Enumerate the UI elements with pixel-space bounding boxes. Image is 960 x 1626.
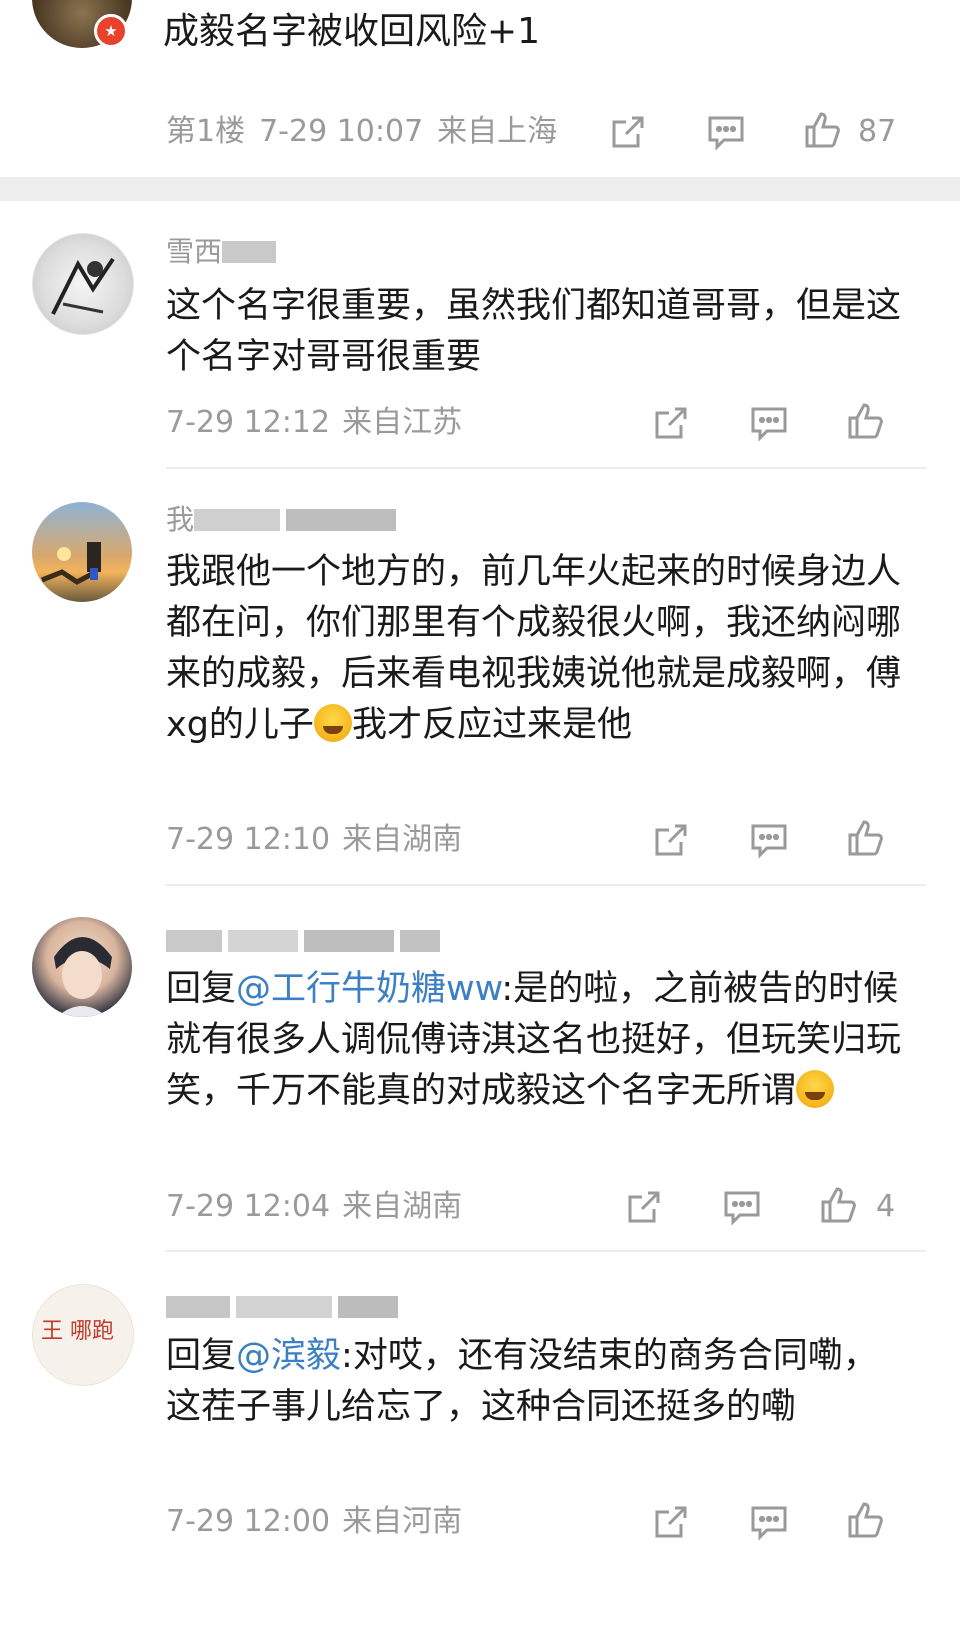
censor-blur xyxy=(304,930,394,952)
comment-icon[interactable] xyxy=(749,1502,789,1542)
share-icon[interactable] xyxy=(651,403,691,443)
comment-meta: 7-29 12:00 来自河南 xyxy=(166,1502,474,1542)
comment-icon[interactable] xyxy=(706,112,746,152)
comment-meta: 7-29 12:10 来自湖南 xyxy=(166,820,474,860)
share-icon[interactable] xyxy=(651,820,691,860)
mention-link[interactable]: @工行牛奶糖ww xyxy=(236,969,501,1009)
comment-meta: 7-29 12:04 来自湖南 xyxy=(166,1187,474,1227)
comment-time: 7-29 12:10 xyxy=(166,822,331,857)
like-count: 87 xyxy=(858,114,897,149)
like-icon[interactable] xyxy=(846,1500,886,1540)
comment-time: 7-29 12:04 xyxy=(166,1189,331,1224)
like-count: 4 xyxy=(876,1189,896,1224)
comment-text: 回复@工行牛奶糖ww:是的啦，之前被告的时候就有很多人调侃傅诗淇这名也挺好，但玩… xyxy=(166,969,902,1111)
comment-meta: 7-29 12:12 来自江苏 xyxy=(166,403,474,443)
censor-blur xyxy=(194,509,281,531)
comment-time: 7-29 12:12 xyxy=(166,405,331,440)
verified-badge-icon: ★ xyxy=(94,14,128,48)
comment-location: 来自湖南 xyxy=(342,1189,463,1224)
username[interactable] xyxy=(166,926,446,956)
comment-icon[interactable] xyxy=(749,403,789,443)
censor-blur xyxy=(236,1296,332,1318)
avatar-text: 王 哪跑 xyxy=(41,1319,114,1344)
comment-meta: 第1楼 7-29 10:07 来自上海 xyxy=(166,112,571,152)
comment-text: 成毅名字被收回风险+1 xyxy=(163,11,541,52)
like-icon[interactable] xyxy=(846,401,886,441)
divider xyxy=(166,467,926,469)
comment-text: 这个名字很重要，虽然我们都知道哥哥，但是这个名字对哥哥很重要 xyxy=(166,286,902,377)
mention-link[interactable]: @滨毅 xyxy=(236,1336,341,1376)
censor-blur xyxy=(166,930,222,952)
comment-text: 回复@滨毅:对哎，还有没结束的商务合同嘞，这茬子事儿给忘了，这种合同还挺多的嘞 xyxy=(166,1336,878,1427)
censor-blur xyxy=(400,930,440,952)
censor-blur xyxy=(286,509,397,531)
username[interactable] xyxy=(166,1292,404,1322)
share-icon[interactable] xyxy=(624,1187,664,1227)
comment-location: 来自江苏 xyxy=(342,405,463,440)
avatar[interactable] xyxy=(32,917,132,1017)
username[interactable]: 雪西 xyxy=(166,237,282,267)
avatar[interactable] xyxy=(32,233,134,335)
laugh-cry-emoji-icon xyxy=(313,704,352,742)
section-gap xyxy=(0,177,960,201)
censor-blur xyxy=(338,1296,398,1318)
comment-time: 7-29 10:07 xyxy=(259,114,424,149)
censor-blur xyxy=(166,1296,230,1318)
like-icon[interactable] xyxy=(819,1185,859,1225)
comment-icon[interactable] xyxy=(749,820,789,860)
comment-location: 来自湖南 xyxy=(342,822,463,857)
divider xyxy=(166,1250,926,1252)
like-icon[interactable] xyxy=(803,110,843,150)
laugh-cry-emoji-icon xyxy=(796,1070,835,1108)
share-icon[interactable] xyxy=(608,112,648,152)
avatar[interactable] xyxy=(32,502,132,602)
comment-time: 7-29 12:00 xyxy=(166,1504,331,1539)
like-icon[interactable] xyxy=(846,818,886,858)
censor-blur xyxy=(228,930,298,952)
comment-icon[interactable] xyxy=(722,1187,762,1227)
censor-blur xyxy=(222,241,277,263)
floor-number: 第1楼 xyxy=(166,114,246,149)
comment-location: 来自上海 xyxy=(437,114,558,149)
comment-location: 来自河南 xyxy=(342,1504,463,1539)
comment-text: 我跟他一个地方的，前几年火起来的时候身边人都在问，你们那里有个成毅很火啊，我还纳… xyxy=(166,552,902,745)
share-icon[interactable] xyxy=(651,1502,691,1542)
divider xyxy=(166,884,926,886)
avatar[interactable]: 王 哪跑 xyxy=(32,1284,134,1386)
username[interactable]: 我 xyxy=(166,505,402,535)
